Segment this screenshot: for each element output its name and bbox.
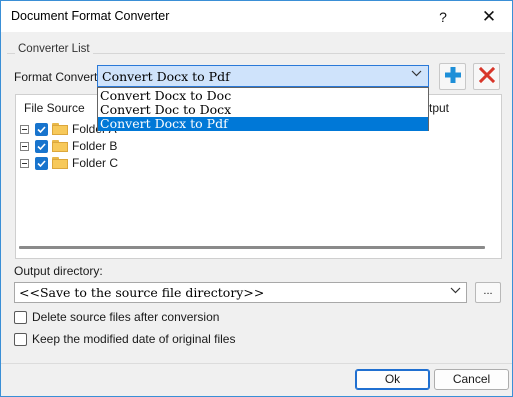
group-label: Converter List bbox=[15, 43, 93, 55]
collapse-icon[interactable] bbox=[20, 141, 29, 151]
tree-item-label: Folder C bbox=[72, 156, 119, 170]
format-convert-label: Format Convert bbox=[14, 70, 98, 84]
output-directory-select[interactable]: <<Save to the source file directory>> bbox=[14, 282, 467, 303]
close-button[interactable]: ✕ bbox=[467, 1, 511, 32]
output-directory-label: Output directory: bbox=[14, 264, 103, 278]
folder-icon bbox=[52, 123, 68, 135]
add-button[interactable] bbox=[439, 63, 466, 90]
tree-item[interactable]: Folder B bbox=[20, 138, 117, 154]
folder-icon bbox=[52, 157, 68, 169]
browse-button[interactable]: ... bbox=[475, 282, 501, 303]
dropdown-option[interactable]: Convert Docx to Doc bbox=[98, 89, 428, 103]
column-header-output: tput bbox=[429, 101, 450, 115]
keep-date-label: Keep the modified date of original files bbox=[32, 332, 236, 346]
window-title: Document Format Converter bbox=[11, 9, 170, 23]
tree-item-label: Folder B bbox=[72, 139, 118, 153]
output-directory-value: <<Save to the source file directory>> bbox=[19, 285, 265, 300]
checkbox-checked[interactable] bbox=[35, 156, 48, 170]
chevron-down-icon bbox=[411, 68, 422, 82]
dropdown-option[interactable]: Convert Doc to Docx bbox=[98, 103, 428, 117]
tree-item[interactable]: Folder C bbox=[20, 155, 118, 171]
checkbox-checked[interactable] bbox=[35, 122, 48, 136]
delete-button[interactable] bbox=[473, 63, 500, 90]
collapse-icon[interactable] bbox=[20, 124, 29, 134]
dialog-window: Document Format Converter ? ✕ Converter … bbox=[0, 0, 513, 397]
delete-source-checkbox[interactable] bbox=[14, 310, 27, 324]
x-icon bbox=[478, 66, 495, 86]
horizontal-scrollbar[interactable] bbox=[19, 246, 485, 249]
ok-button[interactable]: Ok bbox=[355, 369, 430, 390]
delete-source-label: Delete source files after conversion bbox=[32, 310, 220, 324]
collapse-icon[interactable] bbox=[20, 158, 29, 168]
format-convert-select[interactable]: Convert Docx to Pdf bbox=[97, 65, 429, 87]
dropdown-option-selected[interactable]: Convert Docx to Pdf bbox=[98, 117, 428, 131]
footer-divider bbox=[1, 363, 512, 364]
column-header-file-source: File Source bbox=[24, 101, 85, 115]
help-button[interactable]: ? bbox=[421, 1, 465, 32]
keep-date-checkbox[interactable] bbox=[14, 332, 27, 346]
format-convert-value: Convert Docx to Pdf bbox=[102, 69, 230, 84]
keep-date-option[interactable]: Keep the modified date of original files bbox=[14, 332, 235, 346]
chevron-down-icon bbox=[450, 285, 461, 299]
title-bar: Document Format Converter ? ✕ bbox=[1, 1, 512, 32]
checkbox-checked[interactable] bbox=[35, 139, 48, 153]
delete-source-option[interactable]: Delete source files after conversion bbox=[14, 310, 219, 324]
cancel-button[interactable]: Cancel bbox=[434, 369, 509, 390]
plus-icon bbox=[444, 66, 462, 87]
format-dropdown-list[interactable]: Convert Docx to Doc Convert Doc to Docx … bbox=[97, 87, 429, 131]
folder-icon bbox=[52, 140, 68, 152]
